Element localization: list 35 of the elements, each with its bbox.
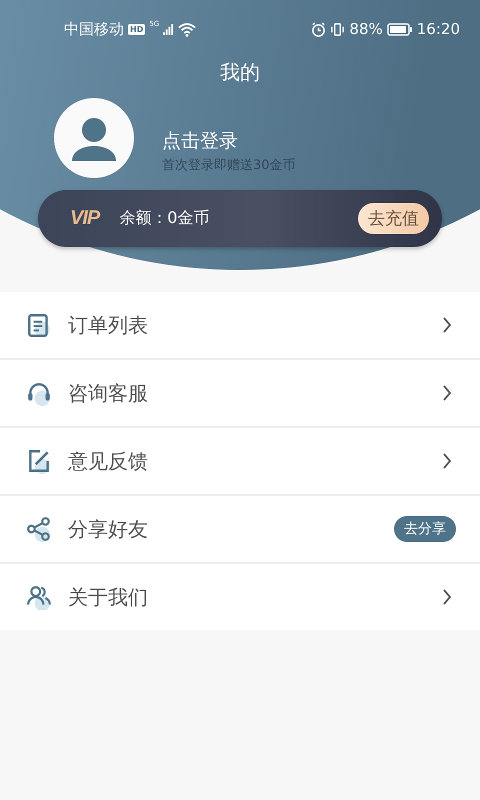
menu-item[interactable]: 意见反馈 bbox=[0, 428, 480, 494]
menu-item[interactable]: 关于我们 bbox=[0, 564, 480, 630]
menu-item[interactable]: 分享好友 去分享 bbox=[0, 496, 480, 562]
chevron-right-icon bbox=[442, 317, 452, 333]
vip-logo: VIP bbox=[70, 207, 100, 230]
balance-text: 余额：0金币 bbox=[119, 208, 210, 229]
menu-label: 意见反馈 bbox=[68, 448, 148, 474]
vibrate-icon bbox=[330, 22, 346, 36]
menu-label: 订单列表 bbox=[68, 312, 148, 338]
battery-icon bbox=[386, 22, 413, 36]
hd-badge: HD bbox=[128, 24, 146, 34]
edit-icon bbox=[26, 448, 52, 474]
chevron-right-icon bbox=[442, 453, 452, 469]
recharge-button[interactable]: 去充值 bbox=[358, 203, 429, 234]
menu-label: 关于我们 bbox=[68, 584, 148, 610]
clock-time: 16:20 bbox=[416, 20, 460, 38]
signal-icon bbox=[163, 24, 174, 34]
avatar-icon[interactable] bbox=[54, 98, 134, 178]
wifi-icon bbox=[178, 22, 196, 36]
login-link[interactable]: 点击登录 bbox=[162, 128, 238, 154]
share-button[interactable]: 去分享 bbox=[394, 516, 456, 542]
menu-label: 咨询客服 bbox=[68, 380, 148, 406]
menu-label: 分享好友 bbox=[68, 516, 148, 542]
people-icon bbox=[26, 584, 52, 610]
battery-percent: 88% bbox=[349, 20, 383, 38]
headset-icon bbox=[26, 380, 52, 406]
chevron-right-icon bbox=[442, 589, 452, 605]
page-title: 我的 bbox=[219, 59, 261, 86]
alarm-icon bbox=[311, 22, 326, 36]
chevron-right-icon bbox=[442, 385, 452, 401]
menu-item[interactable]: 咨询客服 bbox=[0, 360, 480, 426]
share-icon bbox=[26, 516, 52, 542]
carrier-name: 中国移动 bbox=[64, 20, 124, 38]
menu-item[interactable]: 订单列表 bbox=[0, 292, 480, 358]
document-icon bbox=[26, 312, 52, 338]
